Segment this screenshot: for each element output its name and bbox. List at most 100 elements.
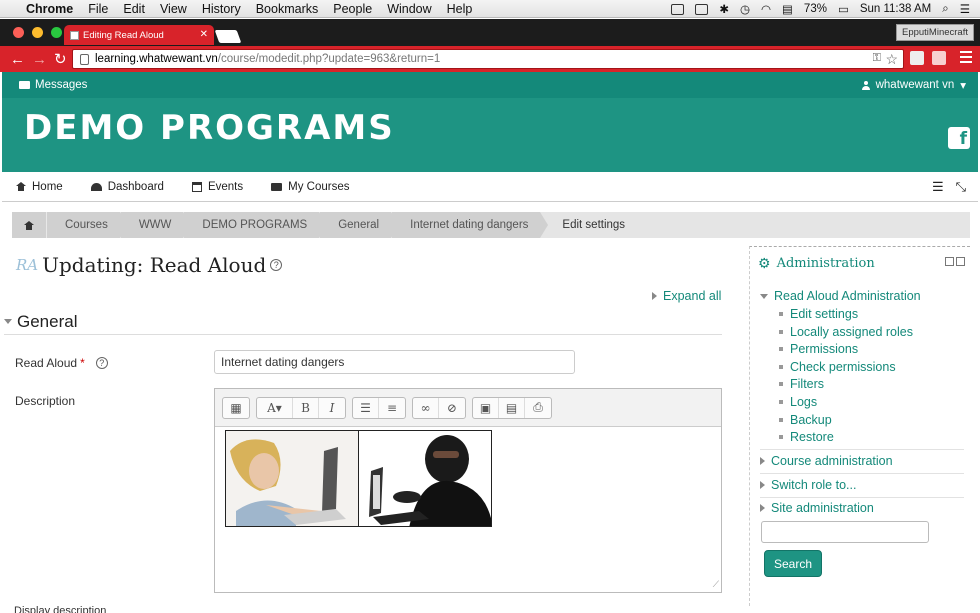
- menu-edit[interactable]: Edit: [123, 2, 145, 16]
- link-local-roles[interactable]: Locally assigned roles: [779, 325, 913, 339]
- briefcase-icon: [271, 182, 283, 191]
- facebook-icon[interactable]: f: [948, 127, 970, 149]
- minimize-window-button[interactable]: [32, 27, 43, 38]
- resize-handle-icon[interactable]: ⟋: [713, 579, 719, 590]
- nav-my-courses[interactable]: My Courses: [271, 181, 349, 193]
- menu-view[interactable]: View: [160, 2, 187, 16]
- switch-role-node[interactable]: Switch role to...: [760, 478, 856, 492]
- page-info-icon[interactable]: [80, 53, 89, 65]
- course-admin-node[interactable]: Course administration: [760, 454, 893, 468]
- address-bar[interactable]: learning.whatwewant.vn/course/modedit.ph…: [72, 49, 904, 69]
- forward-button[interactable]: →: [32, 51, 47, 68]
- spotlight-icon[interactable]: ⌕: [942, 3, 948, 16]
- site-admin-node[interactable]: Site administration: [760, 501, 874, 515]
- font-style-icon[interactable]: A▾: [257, 397, 293, 418]
- help-icon[interactable]: ?: [270, 259, 283, 271]
- admin-search-input[interactable]: [761, 521, 929, 543]
- notification-center-icon[interactable]: ☰: [960, 2, 970, 16]
- site-admin-label: Site administration: [771, 501, 874, 515]
- battery-percent[interactable]: 73%: [804, 3, 827, 15]
- messages-link[interactable]: Messages: [19, 79, 87, 91]
- link-restore[interactable]: Restore: [779, 430, 834, 444]
- breadcrumb-www[interactable]: WWW: [119, 212, 191, 238]
- extension-icon[interactable]: [910, 51, 924, 65]
- breadcrumb-general[interactable]: General: [319, 212, 400, 238]
- collapse-icon[interactable]: ⤡: [956, 179, 966, 195]
- name-input[interactable]: [214, 350, 575, 374]
- menu-app-name[interactable]: Chrome: [26, 2, 73, 16]
- media-icon[interactable]: ▤: [499, 397, 525, 418]
- dock-toggle-icon[interactable]: ☰: [932, 179, 944, 195]
- unlink-icon[interactable]: ⊘: [439, 398, 465, 418]
- readaloud-admin-node[interactable]: Read Aloud Administration: [760, 289, 921, 303]
- back-button[interactable]: ←: [10, 51, 25, 68]
- menu-window[interactable]: Window: [387, 2, 431, 16]
- tray-app-icon[interactable]: [671, 3, 685, 15]
- user-menu[interactable]: whatwewant vn ▾: [861, 78, 966, 92]
- divider: [760, 497, 964, 498]
- reload-button[interactable]: ↻: [54, 50, 67, 68]
- toolbar-group-collapse: ▦: [222, 396, 250, 419]
- block-hide-icon[interactable]: [945, 257, 954, 266]
- general-section-header[interactable]: General: [4, 309, 722, 335]
- numbered-list-icon[interactable]: ≡: [379, 398, 405, 418]
- italic-icon[interactable]: I: [319, 398, 345, 418]
- bold-icon[interactable]: B: [293, 397, 319, 418]
- wifi-icon[interactable]: ◠: [761, 2, 771, 16]
- name-help-icon[interactable]: ?: [95, 357, 108, 369]
- nav-dashboard[interactable]: Dashboard: [90, 180, 164, 193]
- link-backup[interactable]: Backup: [779, 413, 832, 427]
- link-check-permissions[interactable]: Check permissions: [779, 360, 896, 374]
- battery-icon[interactable]: ▭: [838, 2, 849, 16]
- time-machine-icon[interactable]: ◷: [740, 2, 750, 16]
- bullet-list-icon[interactable]: ☰: [353, 397, 379, 418]
- breadcrumb-demo-programs[interactable]: DEMO PROGRAMS: [183, 212, 327, 238]
- zoom-window-button[interactable]: [51, 27, 62, 38]
- clock[interactable]: Sun 11:38 AM: [860, 3, 931, 15]
- link-icon[interactable]: ∞: [413, 397, 439, 418]
- dashboard-icon: [90, 182, 102, 191]
- tray-app-icon-2[interactable]: [695, 3, 709, 15]
- link-edit-settings[interactable]: Edit settings: [779, 307, 858, 321]
- nav-home[interactable]: Home: [16, 181, 63, 193]
- nav-events[interactable]: Events: [191, 181, 243, 193]
- key-icon[interactable]: ⚿: [873, 52, 881, 65]
- tab-close-icon[interactable]: ✕: [200, 29, 208, 40]
- description-editor: ▦ A▾ B I ☰ ≡ ∞ ⊘ ▣ ▤ ⎙ ⟋: [214, 388, 722, 593]
- masked-hacker-image[interactable]: [358, 430, 492, 527]
- keyboard-icon[interactable]: ▦: [223, 398, 249, 418]
- url-text: learning.whatwewant.vn/course/modedit.ph…: [95, 53, 440, 65]
- image-icon[interactable]: ▣: [473, 397, 499, 418]
- breadcrumb-courses[interactable]: Courses: [46, 212, 128, 238]
- menu-people[interactable]: People: [333, 2, 372, 16]
- block-dock-icon[interactable]: [956, 257, 965, 266]
- close-window-button[interactable]: [13, 27, 24, 38]
- menu-file[interactable]: File: [88, 2, 108, 16]
- extension-icon-2[interactable]: [932, 51, 946, 65]
- link-filters[interactable]: Filters: [779, 377, 824, 391]
- new-tab-button[interactable]: [214, 30, 242, 43]
- site-title[interactable]: DEMO PROGRAMS: [24, 108, 395, 148]
- browser-tab-active[interactable]: Editing Read Aloud ✕: [64, 25, 214, 45]
- bookmark-star-icon[interactable]: ☆: [885, 51, 898, 68]
- menu-help[interactable]: Help: [447, 2, 473, 16]
- menu-bookmarks[interactable]: Bookmarks: [256, 2, 319, 16]
- menu-history[interactable]: History: [202, 2, 241, 16]
- admin-search-button[interactable]: Search: [764, 550, 822, 577]
- link-permissions[interactable]: Permissions: [779, 342, 858, 356]
- flag-icon[interactable]: ▤: [782, 2, 793, 16]
- manage-files-icon[interactable]: ⎙: [525, 398, 551, 418]
- surprised-woman-image[interactable]: [225, 430, 359, 527]
- link-logs[interactable]: Logs: [779, 395, 817, 409]
- editor-content[interactable]: ⟋: [215, 427, 721, 592]
- expand-all-link[interactable]: Expand all: [652, 289, 721, 303]
- bluetooth-icon[interactable]: ✱: [719, 2, 729, 16]
- breadcrumb-home[interactable]: [12, 212, 46, 238]
- general-section-title: General: [17, 311, 78, 331]
- breadcrumb-activity[interactable]: Internet dating dangers: [391, 212, 549, 238]
- nav-dashboard-label: Dashboard: [107, 180, 164, 193]
- profile-button[interactable]: EpputiMinecraft: [895, 24, 974, 41]
- bullet-icon: [779, 330, 783, 334]
- chrome-menu-icon[interactable]: [960, 51, 972, 63]
- editor-toolbar: ▦ A▾ B I ☰ ≡ ∞ ⊘ ▣ ▤ ⎙: [215, 389, 721, 427]
